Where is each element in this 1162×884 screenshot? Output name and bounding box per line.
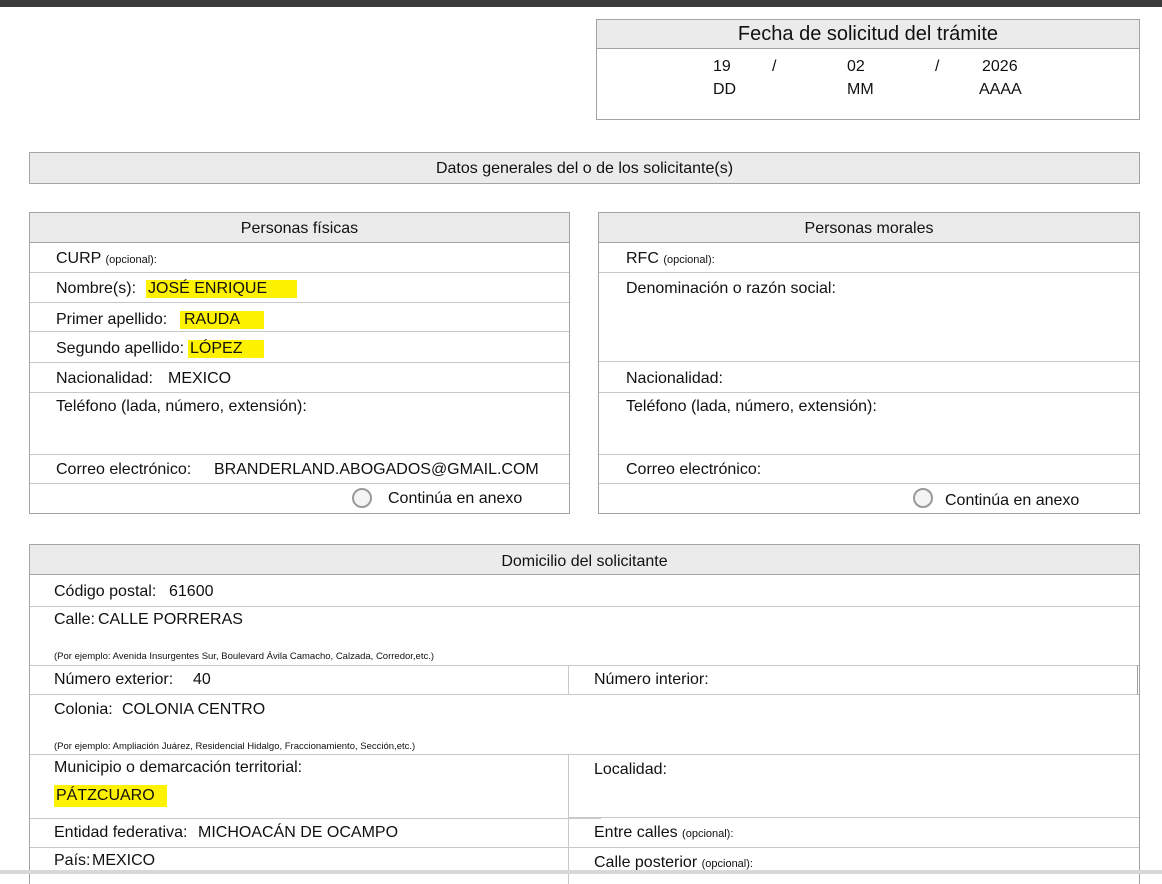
divider	[30, 818, 601, 819]
anexo-label: Continúa en anexo	[945, 492, 1080, 509]
entidad-value[interactable]: MICHOACÁN DE OCAMPO	[198, 824, 398, 842]
divider	[30, 302, 569, 303]
pais-value[interactable]: MEXICO	[92, 852, 155, 870]
entre-calles-label: Entre calles (opcional):	[594, 824, 734, 841]
personas-morales-title: Personas morales	[599, 213, 1139, 243]
divider	[599, 272, 1139, 273]
cp-label: Código postal:	[54, 583, 157, 600]
anexo-radio[interactable]	[913, 488, 933, 508]
fecha-month-label: MM	[847, 81, 874, 98]
fecha-year[interactable]: 2026	[982, 58, 1018, 76]
segundo-apellido-label: Segundo apellido:	[56, 340, 185, 357]
domicilio-title: Domicilio del solicitante	[30, 545, 1139, 575]
fecha-day-label: DD	[713, 81, 737, 98]
divider	[30, 694, 1139, 695]
calle-value[interactable]: CALLE PORRERAS	[98, 611, 243, 629]
divider	[599, 361, 1139, 362]
primer-apellido-value[interactable]: RAUDA	[180, 311, 265, 329]
denominacion-label: Denominación o razón social:	[626, 280, 836, 297]
colonia-example: (Por ejemplo: Ampliación Juárez, Residen…	[54, 741, 416, 752]
divider	[30, 665, 1139, 666]
nombre-value[interactable]: JOSÉ ENRIQUE	[146, 280, 298, 298]
personas-morales-box: Personas morales RFC (opcional): Denomin…	[598, 212, 1140, 514]
colonia-value[interactable]: COLONIA CENTRO	[122, 701, 265, 719]
divider	[1137, 665, 1138, 695]
telefono-label: Teléfono (lada, número, extensión):	[626, 398, 877, 415]
municipio-value[interactable]: PÁTZCUARO	[54, 785, 167, 807]
fecha-sep-1: /	[772, 58, 777, 75]
anexo-label: Continúa en anexo	[388, 490, 523, 507]
divider	[30, 483, 569, 484]
fecha-sep-2: /	[935, 58, 940, 75]
pais-label: País:	[54, 852, 91, 869]
divider	[30, 606, 1139, 607]
divider	[30, 847, 1139, 848]
divider	[568, 817, 1139, 818]
divider	[599, 454, 1139, 455]
correo-label: Correo electrónico:	[626, 461, 762, 478]
fecha-month[interactable]: 02	[847, 58, 865, 76]
fecha-year-label: AAAA	[979, 81, 1022, 98]
colonia-label: Colonia:	[54, 701, 113, 718]
num-int-label: Número interior:	[594, 671, 709, 688]
fecha-title: Fecha de solicitud del trámite	[597, 20, 1139, 49]
telefono-label: Teléfono (lada, número, extensión):	[56, 398, 307, 415]
primer-apellido-label: Primer apellido:	[56, 311, 168, 328]
divider	[568, 754, 569, 884]
domicilio-box: Domicilio del solicitante Código postal:…	[29, 544, 1140, 884]
personas-fisicas-box: Personas físicas CURP (opcional): Nombre…	[29, 212, 570, 514]
divider	[30, 272, 569, 273]
rfc-label: RFC (opcional):	[626, 250, 715, 267]
fecha-box: Fecha de solicitud del trámite 19 / 02 /…	[596, 19, 1140, 120]
correo-value[interactable]: BRANDERLAND.ABOGADOS@GMAIL.COM	[214, 461, 539, 479]
cp-value[interactable]: 61600	[169, 583, 214, 601]
divider	[599, 483, 1139, 484]
num-ext-label: Número exterior:	[54, 671, 174, 688]
top-bar	[0, 0, 1162, 7]
fecha-day[interactable]: 19	[713, 58, 731, 76]
nombre-label: Nombre(s):	[56, 280, 137, 297]
calle-example: (Por ejemplo: Avenida Insurgentes Sur, B…	[54, 651, 435, 662]
divider	[30, 454, 569, 455]
anexo-radio[interactable]	[352, 488, 372, 508]
divider	[30, 362, 569, 363]
nacionalidad-value[interactable]: MEXICO	[168, 370, 231, 388]
divider	[599, 392, 1139, 393]
correo-label: Correo electrónico:	[56, 461, 192, 478]
entidad-label: Entidad federativa:	[54, 824, 188, 841]
bottom-edge	[0, 870, 1162, 874]
nacionalidad-label: Nacionalidad:	[56, 370, 153, 387]
divider	[30, 392, 569, 393]
datos-generales-title: Datos generales del o de los solicitante…	[435, 160, 734, 177]
personas-fisicas-title: Personas físicas	[30, 213, 569, 243]
datos-generales-header: Datos generales del o de los solicitante…	[29, 152, 1140, 184]
curp-label: CURP (opcional):	[56, 250, 157, 267]
divider	[30, 331, 569, 332]
divider	[30, 754, 1139, 755]
segundo-apellido-value[interactable]: LÓPEZ	[188, 340, 265, 358]
calle-label: Calle:	[54, 611, 95, 628]
municipio-label: Municipio o demarcación territorial:	[54, 759, 303, 776]
divider	[568, 665, 569, 695]
localidad-label: Localidad:	[594, 761, 667, 778]
num-ext-value[interactable]: 40	[193, 671, 211, 689]
nacionalidad-label: Nacionalidad:	[626, 370, 723, 387]
